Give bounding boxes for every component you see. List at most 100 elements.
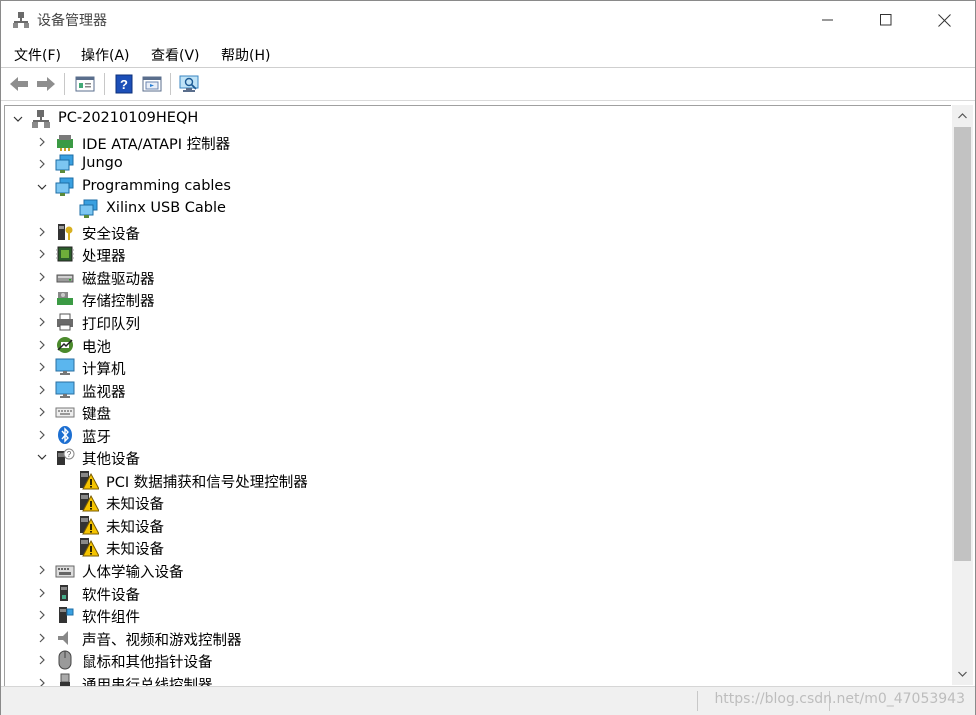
tree-item-label: 人体学输入设备 bbox=[82, 565, 184, 581]
tree-category-item[interactable]: 打印队列 bbox=[5, 311, 945, 333]
tree-item-label: 蓝牙 bbox=[82, 429, 111, 446]
view-icon bbox=[142, 76, 162, 92]
view-button[interactable] bbox=[140, 72, 164, 96]
toolbar-separator bbox=[170, 73, 171, 95]
expand-toggle[interactable] bbox=[36, 451, 48, 463]
vertical-scrollbar[interactable] bbox=[952, 105, 973, 685]
chevron-right-icon bbox=[39, 655, 45, 665]
tree-category-item[interactable]: 存储控制器 bbox=[5, 288, 945, 310]
monitor-icon bbox=[55, 381, 75, 398]
expand-toggle[interactable] bbox=[36, 248, 48, 260]
expand-toggle[interactable] bbox=[36, 609, 48, 621]
expand-toggle[interactable] bbox=[36, 293, 48, 305]
back-button[interactable] bbox=[7, 72, 31, 96]
tree-icon bbox=[55, 289, 75, 309]
tree-item-label: 软件设备 bbox=[82, 587, 140, 604]
expand-toggle[interactable] bbox=[36, 226, 48, 238]
tree-icon bbox=[55, 177, 75, 197]
menu-view[interactable]: 查看(V) bbox=[151, 45, 200, 65]
tree-icon bbox=[55, 560, 75, 580]
close-icon bbox=[937, 13, 951, 27]
menu-help[interactable]: 帮助(H) bbox=[221, 45, 270, 65]
tree-category-item[interactable]: 磁盘驱动器 bbox=[5, 266, 945, 288]
forward-button[interactable] bbox=[34, 72, 58, 96]
disk-drive-icon bbox=[56, 274, 74, 283]
tree-item-label: 监视器 bbox=[82, 384, 126, 401]
usb-icon bbox=[60, 673, 70, 686]
minimize-icon bbox=[822, 19, 833, 21]
tree-child-item[interactable]: PCI 数据捕获和信号处理控制器 bbox=[5, 469, 945, 491]
tree-category-item[interactable]: 键盘 bbox=[5, 401, 945, 423]
tree-category-item[interactable]: 软件设备 bbox=[5, 582, 945, 604]
chevron-right-icon bbox=[39, 227, 45, 237]
expand-toggle[interactable] bbox=[36, 429, 48, 441]
expand-toggle[interactable] bbox=[36, 677, 48, 686]
tree-item-label: 其他设备 bbox=[82, 452, 140, 469]
expand-toggle[interactable] bbox=[36, 316, 48, 328]
tree-category-item[interactable]: 软件组件 bbox=[5, 604, 945, 626]
minimize-button[interactable] bbox=[799, 1, 857, 39]
tree-category-item[interactable]: 电池 bbox=[5, 334, 945, 356]
menu-file[interactable]: 文件(F) bbox=[14, 45, 61, 65]
tree-category-item[interactable]: 人体学输入设备 bbox=[5, 559, 945, 581]
menu-action[interactable]: 操作(A) bbox=[81, 45, 130, 65]
help-button[interactable]: ? bbox=[112, 72, 136, 96]
tree-category-item[interactable]: IDE ATA/ATAPI 控制器 bbox=[5, 131, 945, 153]
keyboard-icon bbox=[55, 407, 75, 418]
scan-hardware-button[interactable] bbox=[178, 72, 202, 96]
tree-child-item[interactable]: 未知设备 bbox=[5, 536, 945, 558]
tree-child-item[interactable]: 未知设备 bbox=[5, 514, 945, 536]
expand-toggle[interactable] bbox=[36, 384, 48, 396]
warning-device-icon bbox=[80, 470, 99, 490]
tree-category-item[interactable]: 蓝牙 bbox=[5, 424, 945, 446]
tree-category-item[interactable]: ? 其他设备 bbox=[5, 446, 945, 468]
tree-category-item[interactable]: 声音、视频和游戏控制器 bbox=[5, 627, 945, 649]
storage-controller-icon bbox=[57, 292, 73, 306]
expand-toggle[interactable] bbox=[12, 113, 24, 125]
tree-category-item[interactable]: 计算机 bbox=[5, 356, 945, 378]
expand-toggle[interactable] bbox=[36, 271, 48, 283]
tree-category-item[interactable]: 通用串行总线控制器 bbox=[5, 672, 945, 686]
tree-category-item[interactable]: 安全设备 bbox=[5, 221, 945, 243]
expand-toggle[interactable] bbox=[36, 564, 48, 576]
expand-toggle[interactable] bbox=[36, 632, 48, 644]
expand-toggle[interactable] bbox=[36, 361, 48, 373]
chevron-right-icon bbox=[39, 588, 45, 597]
tree-icon bbox=[55, 154, 75, 174]
toolbar-separator bbox=[64, 73, 65, 95]
expand-toggle[interactable] bbox=[36, 181, 48, 193]
close-button[interactable] bbox=[915, 1, 973, 39]
tree-category-item[interactable]: 监视器 bbox=[5, 379, 945, 401]
scrollbar-thumb[interactable] bbox=[954, 127, 971, 561]
tree-item-label: 鼠标和其他指针设备 bbox=[82, 655, 213, 672]
maximize-button[interactable] bbox=[857, 1, 915, 39]
network-icon bbox=[55, 177, 74, 196]
tree-icon bbox=[55, 628, 75, 648]
chevron-right-icon bbox=[39, 385, 45, 395]
scan-hardware-icon bbox=[179, 75, 199, 92]
expand-toggle[interactable] bbox=[36, 136, 48, 148]
warning-device-icon bbox=[80, 493, 99, 512]
tree-root[interactable]: PC-20210109HEQH bbox=[5, 108, 945, 130]
properties-button[interactable] bbox=[73, 72, 97, 96]
tree-icon bbox=[55, 650, 75, 670]
tree-icon bbox=[55, 425, 75, 445]
expand-toggle[interactable] bbox=[36, 158, 48, 170]
tree-child-item[interactable]: 未知设备 bbox=[5, 491, 945, 513]
scroll-up-icon[interactable] bbox=[958, 113, 967, 119]
expand-toggle[interactable] bbox=[36, 339, 48, 351]
tree-category-item[interactable]: Jungo bbox=[5, 153, 945, 175]
tree-category-item[interactable]: 鼠标和其他指针设备 bbox=[5, 649, 945, 671]
hid-icon bbox=[55, 565, 75, 578]
scroll-down-icon[interactable] bbox=[958, 671, 967, 677]
tree-category-item[interactable]: 处理器 bbox=[5, 243, 945, 265]
expand-toggle[interactable] bbox=[36, 654, 48, 666]
ide-controller-icon bbox=[57, 134, 73, 151]
tree-category-item[interactable]: Programming cables bbox=[5, 176, 945, 198]
expand-toggle[interactable] bbox=[36, 406, 48, 418]
tree-item-label: 电池 bbox=[82, 339, 111, 356]
expand-toggle[interactable] bbox=[36, 587, 48, 599]
tree-child-item[interactable]: Xilinx USB Cable bbox=[5, 198, 945, 220]
tree-icon bbox=[55, 583, 75, 603]
software-device-icon bbox=[60, 584, 68, 601]
